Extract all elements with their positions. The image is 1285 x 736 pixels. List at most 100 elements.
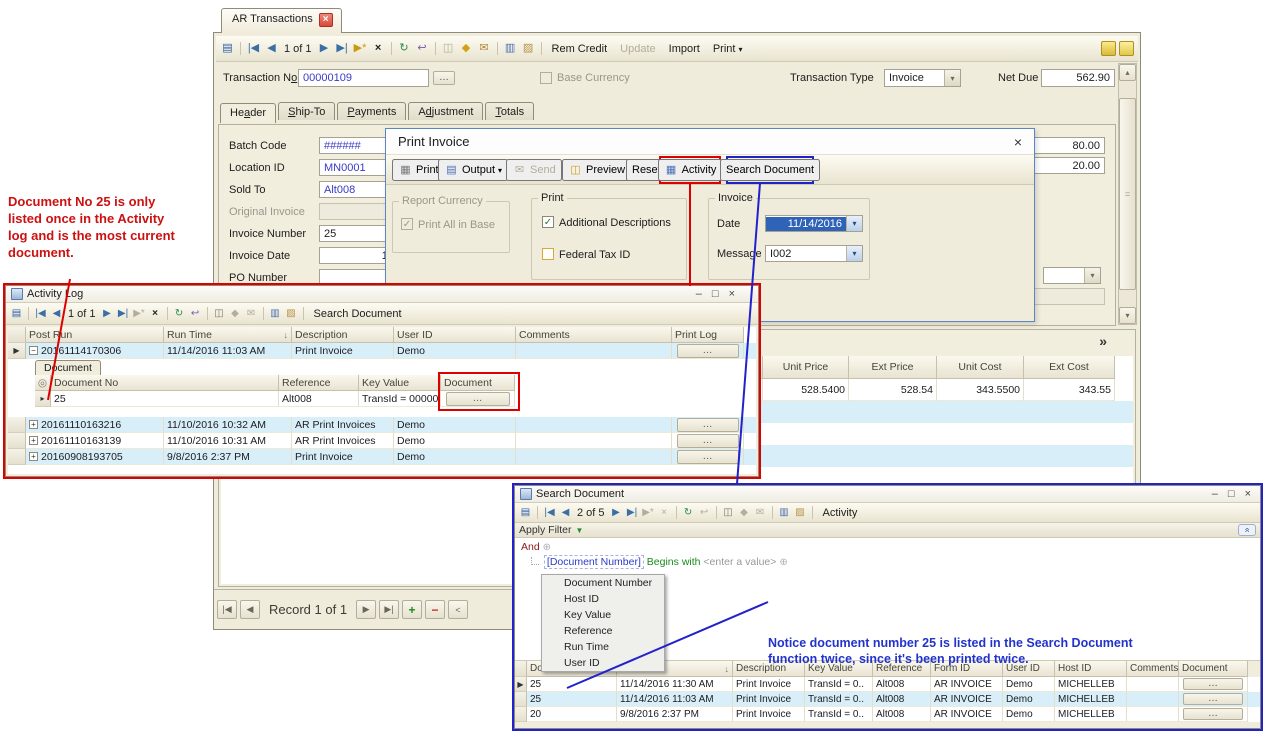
activity-button[interactable]: Activity: [818, 506, 863, 520]
col-comments[interactable]: Comments: [516, 327, 672, 343]
maximize-icon[interactable]: □: [1228, 488, 1235, 500]
minimize-icon[interactable]: –: [1212, 488, 1218, 500]
federal-tax-id-checkbox[interactable]: [542, 248, 554, 260]
update-button[interactable]: Update: [615, 42, 660, 56]
menu-item-key-value[interactable]: Key Value: [542, 607, 664, 623]
items-col-unit-cost[interactable]: Unit Cost: [937, 356, 1024, 379]
refresh-icon[interactable]: ↻: [173, 307, 186, 320]
activity-row[interactable]: +20161110163216 11/10/2016 10:32 AM AR P…: [8, 417, 756, 433]
col-document[interactable]: Document: [441, 375, 515, 391]
scroll-down-icon[interactable]: ▾: [1119, 307, 1136, 324]
last-record-icon[interactable]: ▶|: [335, 41, 350, 56]
delete-record-button[interactable]: −: [425, 600, 445, 619]
copy-icon[interactable]: ▥: [503, 41, 518, 56]
preview-icon[interactable]: ◫: [722, 506, 735, 519]
vertical-scrollbar[interactable]: ▴ = ▾: [1118, 63, 1137, 325]
dropdown-icon[interactable]: ▾: [944, 70, 960, 86]
col-document-no[interactable]: Document No: [51, 375, 279, 391]
send-button[interactable]: ✉Send: [506, 159, 562, 181]
scrollbar-thumb[interactable]: =: [1119, 98, 1136, 290]
col-document[interactable]: Document: [1179, 661, 1248, 677]
close-icon[interactable]: ×: [1014, 134, 1022, 150]
help-icon[interactable]: ◆: [738, 506, 751, 519]
save-icon[interactable]: ▤: [519, 506, 532, 519]
paste-icon[interactable]: ▨: [285, 307, 298, 320]
copy-icon[interactable]: ▥: [269, 307, 282, 320]
print-menu-button[interactable]: Print ▾: [708, 42, 748, 56]
paste-icon[interactable]: ▨: [521, 41, 536, 56]
search-row[interactable]: ▶ 25 11/14/2016 11:30 AM Print Invoice T…: [515, 677, 1260, 692]
filter-operator[interactable]: Begins with: [647, 556, 701, 568]
paste-icon[interactable]: ▨: [794, 506, 807, 519]
dropdown-icon[interactable]: ▾: [846, 246, 862, 261]
first-record-button[interactable]: |◀: [217, 600, 237, 619]
menu-item-user-id[interactable]: User ID: [542, 655, 664, 671]
search-row[interactable]: 25 11/14/2016 11:03 AM Print Invoice Tra…: [515, 692, 1260, 707]
invoice-message-combo[interactable]: I002 ▾: [765, 245, 863, 262]
search-row[interactable]: 20 9/8/2016 2:37 PM Print Invoice TransI…: [515, 707, 1260, 722]
preview-icon[interactable]: ◫: [441, 41, 456, 56]
output-button[interactable]: ▤Output▾: [438, 159, 508, 181]
items-col-ext-cost[interactable]: Ext Cost: [1024, 356, 1115, 379]
col-description[interactable]: Description: [292, 327, 394, 343]
menu-item-document-number[interactable]: Document Number: [542, 575, 664, 591]
save-icon[interactable]: ▤: [220, 41, 235, 56]
last-record-icon[interactable]: ▶|: [626, 506, 639, 519]
email-icon[interactable]: ✉: [754, 506, 767, 519]
help-icon[interactable]: ◆: [229, 307, 242, 320]
add-record-button[interactable]: +: [402, 600, 422, 619]
back-button[interactable]: <: [448, 600, 468, 619]
document-button[interactable]: …: [446, 392, 510, 406]
base-currency-checkbox[interactable]: [540, 72, 552, 84]
items-col-ext-price[interactable]: Ext Price: [849, 356, 937, 379]
undo-icon[interactable]: ↩: [189, 307, 202, 320]
delete-record-icon[interactable]: ×: [371, 41, 386, 56]
activity-button[interactable]: ▦Activity: [658, 159, 723, 181]
filter-conjunction[interactable]: And: [521, 541, 540, 553]
side-combo[interactable]: ▾: [1043, 267, 1101, 284]
last-record-button[interactable]: ▶|: [379, 600, 399, 619]
preview-icon[interactable]: ◫: [213, 307, 226, 320]
document-button[interactable]: …: [1183, 693, 1243, 705]
help-icon[interactable]: ◆: [459, 41, 474, 56]
col-print-log[interactable]: Print Log: [672, 327, 744, 343]
print-log-button[interactable]: …: [677, 344, 739, 358]
refresh-icon[interactable]: ↻: [397, 41, 412, 56]
tab-ship-to[interactable]: Ship-To: [278, 102, 335, 120]
tab-ar-transactions[interactable]: AR Transactions ×: [221, 8, 342, 33]
previous-record-icon[interactable]: ◀: [559, 506, 572, 519]
first-record-icon[interactable]: |◀: [246, 41, 261, 56]
activity-row-current[interactable]: ▶ −20161114170306 11/14/2016 11:03 AM Pr…: [8, 343, 756, 359]
next-record-icon[interactable]: ▶: [317, 41, 332, 56]
document-button[interactable]: …: [1183, 678, 1243, 690]
new-record-icon[interactable]: ▶*: [642, 506, 655, 519]
close-icon[interactable]: ×: [1245, 488, 1251, 500]
menu-item-run-time[interactable]: Run Time: [542, 639, 664, 655]
import-button[interactable]: Import: [664, 42, 705, 56]
save-icon[interactable]: ▤: [10, 307, 23, 320]
items-col-unit-price[interactable]: Unit Price: [763, 356, 849, 379]
print-log-button[interactable]: …: [677, 434, 739, 448]
scroll-up-icon[interactable]: ▴: [1119, 64, 1136, 81]
close-tab-icon[interactable]: ×: [319, 13, 333, 27]
email-icon[interactable]: ✉: [245, 307, 258, 320]
minimize-icon[interactable]: –: [696, 288, 702, 300]
activity-row[interactable]: +20160908193705 9/8/2016 2:37 PM Print I…: [8, 449, 756, 465]
additional-descriptions-checkbox[interactable]: ✓: [542, 216, 554, 228]
next-record-icon[interactable]: ▶: [610, 506, 623, 519]
expand-pane-icon[interactable]: »: [1099, 333, 1107, 349]
delete-record-icon[interactable]: ×: [658, 506, 671, 519]
preview-button[interactable]: ◫Preview: [562, 159, 631, 181]
first-record-icon[interactable]: |◀: [543, 506, 556, 519]
activity-row[interactable]: +20161110163139 11/10/2016 10:31 AM AR P…: [8, 433, 756, 449]
note-icon[interactable]: [1119, 41, 1134, 56]
col-key-value[interactable]: Key Value: [359, 375, 441, 391]
link-icon[interactable]: [1101, 41, 1116, 56]
expand-row-icon[interactable]: +: [29, 452, 38, 461]
previous-record-icon[interactable]: ◀: [264, 41, 279, 56]
print-log-button[interactable]: …: [677, 450, 739, 464]
filter-value-placeholder[interactable]: <enter a value>: [703, 556, 776, 568]
next-record-button[interactable]: ▶: [356, 600, 376, 619]
search-document-button[interactable]: Search Document: [309, 307, 407, 321]
new-record-icon[interactable]: ▶*: [133, 307, 146, 320]
